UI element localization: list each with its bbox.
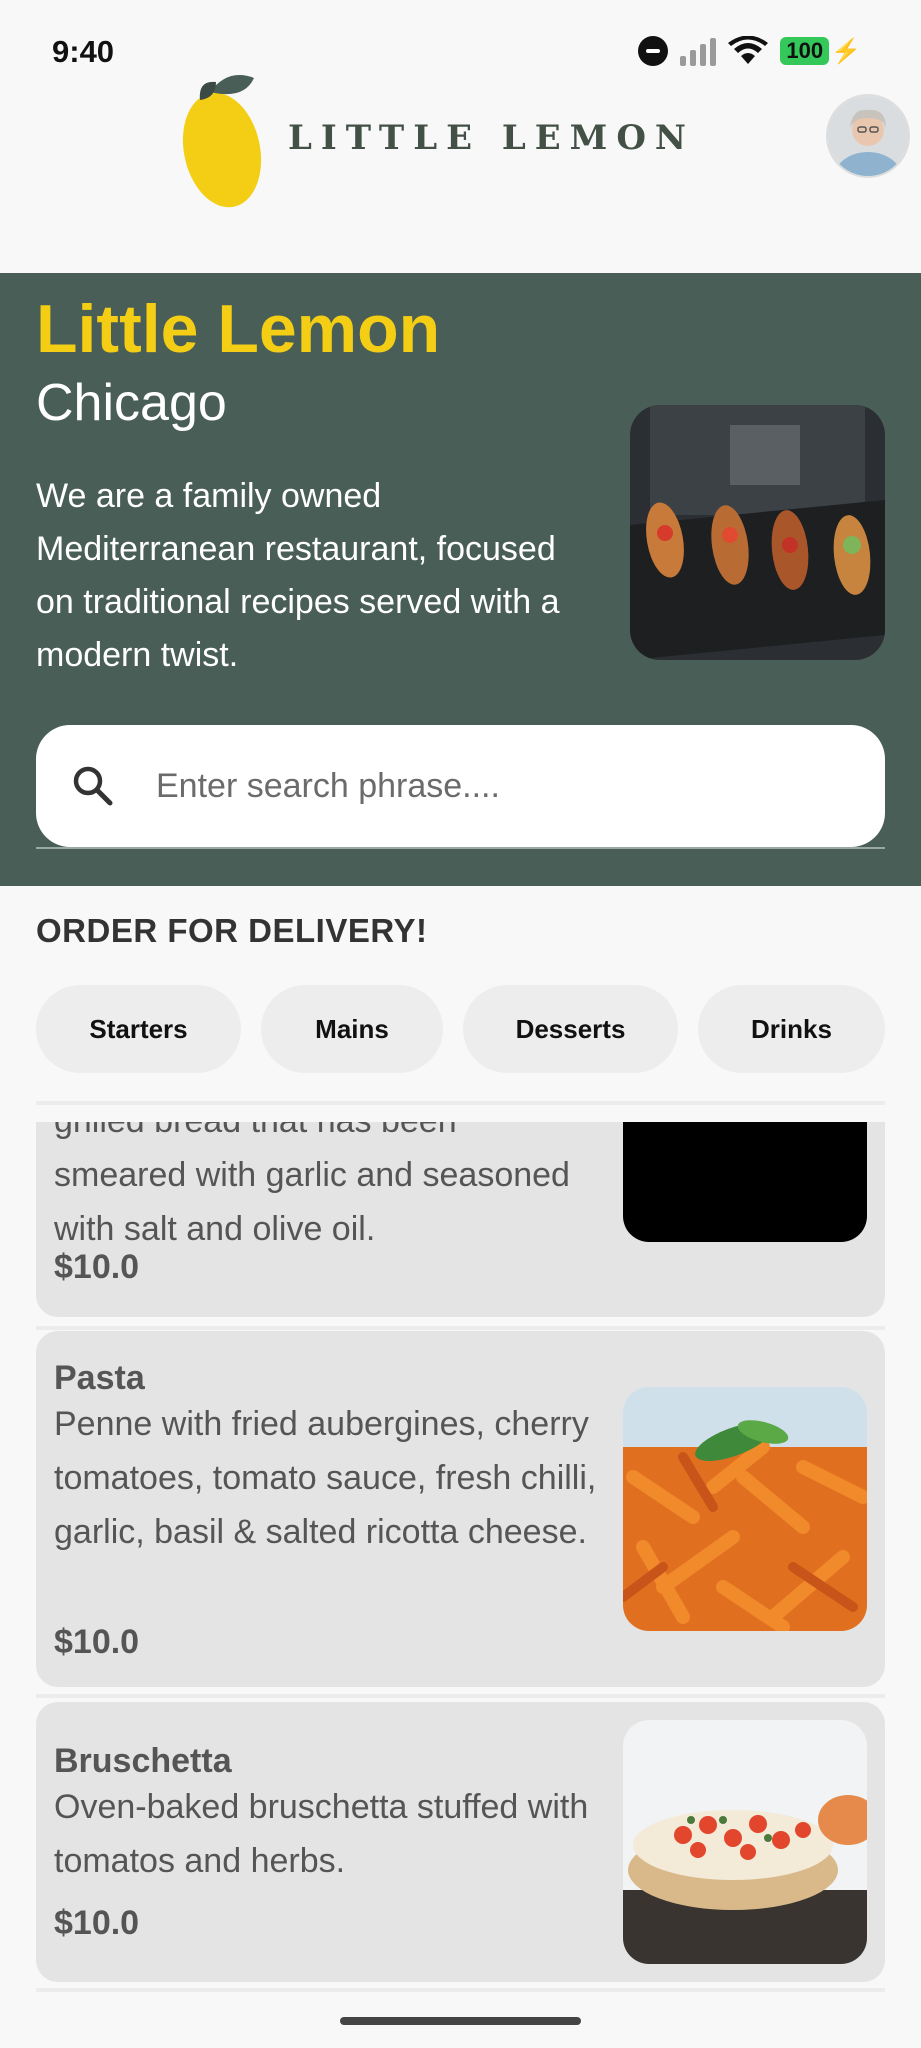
menu-item-name: Bruschetta [54,1742,232,1780]
brand-name: LITTLE LEMON [288,118,696,158]
menu-divider [36,1988,885,1992]
search-input[interactable] [154,765,838,807]
menu-divider [36,1326,885,1330]
served-dish-image [630,405,885,660]
category-chip-starters[interactable]: Starters [36,985,241,1073]
hero-description: We are a family owned Mediterranean rest… [36,477,560,674]
menu-item-image [623,1387,867,1631]
menu-item-price: $10.0 [54,1904,140,1942]
menu-item-image [623,1720,867,1964]
home-indicator[interactable] [340,2017,581,2025]
menu-item-card-bruschetta[interactable]: Bruschetta Oven-baked bruschetta stuffed… [36,1702,885,1982]
search-underline [36,847,885,849]
hero-section: Little Lemon Chicago We are a family own… [0,273,921,886]
menu-item-card[interactable]: grilled bread that has been smeared with… [36,1122,885,1317]
menu-item-description: Penne with fried aubergines, cherry toma… [54,1405,597,1551]
hero-title: Little Lemon [36,291,441,367]
menu-item-description: Oven-baked bruschetta stuffed with tomat… [54,1788,589,1880]
search-icon [73,766,113,806]
hero-city: Chicago [36,374,227,432]
menu-item-price: $10.0 [54,1623,140,1661]
pasta-image [623,1387,867,1631]
search-bar[interactable] [36,725,885,847]
menu-item-image [623,1122,867,1242]
category-chip-desserts[interactable]: Desserts [463,985,678,1073]
order-section-title: ORDER FOR DELIVERY! [36,912,428,949]
menu-divider [36,1694,885,1698]
profile-avatar[interactable] [826,94,910,178]
lemon-logo-icon [182,75,262,208]
section-divider [36,1101,885,1105]
menu-list[interactable]: grilled bread that has been smeared with… [0,1122,921,2022]
person-avatar-icon [828,96,908,176]
menu-item-price: $10.0 [54,1248,140,1286]
bruschetta-image [623,1720,867,1964]
app-header: LITTLE LEMON [0,60,921,210]
menu-item-name: Pasta [54,1359,145,1397]
menu-item-description-partial: grilled bread that has been [54,1122,614,1148]
hero-image [630,405,885,660]
category-chip-drinks[interactable]: Drinks [698,985,885,1073]
menu-item-description: smeared with garlic and seasoned with sa… [54,1156,570,1248]
menu-item-card-pasta[interactable]: Pasta Penne with fried aubergines, cherr… [36,1331,885,1687]
category-chip-mains[interactable]: Mains [261,985,443,1073]
category-chips: Starters Mains Desserts Drinks [36,985,885,1073]
